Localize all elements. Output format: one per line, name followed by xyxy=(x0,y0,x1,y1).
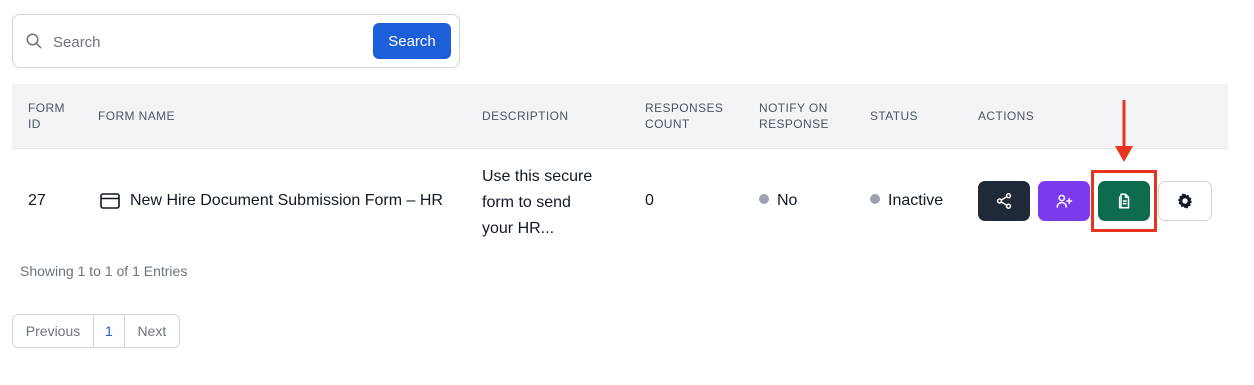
previous-page-button[interactable]: Previous xyxy=(13,315,93,347)
table-row: 27 New Hire Document Submission Form – H… xyxy=(12,149,1228,253)
status-dot xyxy=(870,194,880,204)
next-page-button[interactable]: Next xyxy=(123,315,179,347)
header-description: DESCRIPTION xyxy=(482,109,569,123)
header-notify-on-response: NOTIFY ON RESPONSE xyxy=(759,101,829,131)
view-responses-button[interactable] xyxy=(1098,181,1150,221)
entries-summary: Showing 1 to 1 of 1 Entries xyxy=(20,263,188,279)
search-bar: Search xyxy=(12,14,460,68)
description-cell: Use this secure form to send your HR... xyxy=(482,168,593,237)
search-button[interactable]: Search xyxy=(373,23,451,59)
form-name-link[interactable]: New Hire Document Submission Form – HR xyxy=(130,188,443,214)
share-button[interactable] xyxy=(978,181,1030,221)
gear-icon xyxy=(1177,193,1193,209)
settings-button[interactable] xyxy=(1158,181,1212,221)
search-icon xyxy=(26,33,42,49)
document-icon xyxy=(1118,193,1130,209)
header-actions: ACTIONS xyxy=(978,109,1035,123)
header-responses-count: RESPONSES COUNT xyxy=(645,101,724,131)
status-badge: Inactive xyxy=(870,188,943,214)
page-1-button[interactable]: 1 xyxy=(93,315,124,347)
header-form-id: FORM ID xyxy=(28,101,65,131)
search-input[interactable] xyxy=(53,27,371,57)
add-user-button[interactable] xyxy=(1038,181,1090,221)
annotation-arrow-icon xyxy=(1115,100,1133,162)
browser-window-icon xyxy=(100,193,120,209)
responses-count-cell: 0 xyxy=(645,192,654,209)
header-status: STATUS xyxy=(870,109,918,123)
notify-cell: No xyxy=(759,188,797,214)
share-icon xyxy=(996,193,1012,209)
form-id-cell: 27 xyxy=(28,192,46,209)
notify-status-dot xyxy=(759,194,769,204)
table-header: FORM ID FORM NAME DESCRIPTION RESPONSES CO… xyxy=(12,84,1228,149)
user-plus-icon xyxy=(1056,194,1073,208)
header-form-name: FORM NAME xyxy=(98,109,175,123)
pagination: Previous 1 Next xyxy=(12,314,180,348)
